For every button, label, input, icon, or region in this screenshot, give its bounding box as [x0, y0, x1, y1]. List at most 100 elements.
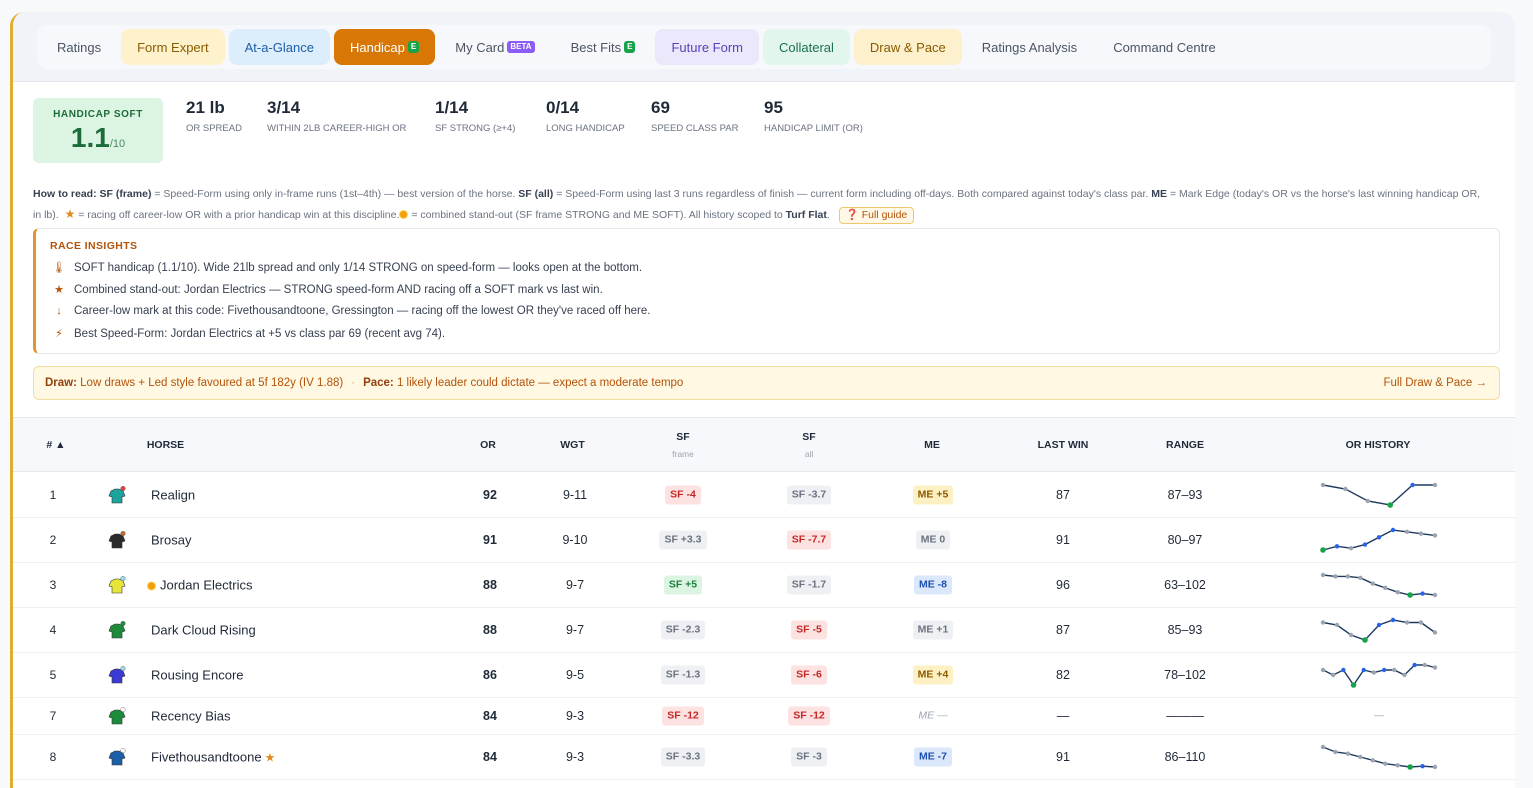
- sf-all-pill: SF -3.7: [786, 485, 832, 505]
- last-win-value: 87: [1056, 488, 1070, 502]
- sparkline-point: [1348, 632, 1354, 638]
- sparkline-point: [1341, 667, 1346, 673]
- col-or-header[interactable]: OR: [468, 439, 508, 451]
- tab-form-expert[interactable]: Form Expert: [121, 29, 225, 65]
- insight-text: Combined stand-out: Jordan Electrics — S…: [74, 283, 603, 296]
- col-or-history-header[interactable]: OR HISTORY: [1333, 439, 1423, 451]
- sparkline-point: [1370, 758, 1375, 763]
- or-history-sparkline: [1320, 572, 1438, 598]
- tab-draw-pace[interactable]: Draw & Pace: [853, 29, 962, 65]
- table-row[interactable]: 5 Rousing Encore 86 9-5 SF -1.3 SF -6 ME +4 82 7…: [13, 653, 1515, 698]
- sparkline-point: [1320, 744, 1326, 750]
- sparkline-point: [1362, 637, 1368, 643]
- col-sf-all-header[interactable]: SF all: [789, 431, 829, 459]
- horse-name[interactable]: Rousing Encore: [151, 668, 244, 683]
- range-value: 85–93: [1167, 623, 1203, 637]
- sparkline-point: [1383, 761, 1388, 766]
- sparkline-point: [1376, 622, 1382, 628]
- horse-name-text: Jordan Electrics: [160, 577, 253, 593]
- table-row[interactable]: 3 Jordan Electrics 88 9-7 SF +5 SF -1.7 ME -8 9…: [13, 563, 1515, 608]
- separator: ·: [351, 377, 356, 389]
- or-value: 91: [483, 533, 497, 547]
- table-row[interactable]: 1 Realign 92 9-11 SF -4 SF -3.7 ME +5 87 87–93: [13, 473, 1515, 518]
- or-history-sparkline: [1320, 527, 1438, 553]
- last-win-value: 87: [1056, 623, 1070, 637]
- sparkline-point: [1345, 751, 1351, 756]
- full-draw-pace-link[interactable]: Full Draw & Pace →: [1383, 377, 1487, 389]
- tab-badge: BETA: [507, 41, 535, 53]
- tab-label: Collateral: [779, 39, 834, 55]
- sparkline-point: [1402, 672, 1407, 678]
- sparkline-point: [1395, 763, 1400, 768]
- horse-name[interactable]: Recency Bias: [151, 709, 230, 724]
- table-row[interactable]: 4 Dark Cloud Rising 88 9-7 SF -2.3 SF -5 ME +1…: [13, 608, 1515, 653]
- sf-frame-pill-cell: SF -12: [633, 706, 733, 726]
- sparkline-point: [1410, 482, 1415, 488]
- tab-my-card[interactable]: My Card BETA: [439, 29, 550, 65]
- tab-command-centre[interactable]: Command Centre: [1097, 29, 1232, 65]
- last-win-value: 82: [1056, 668, 1070, 682]
- me-pill-cell: ME -8: [883, 575, 983, 595]
- tab-handicap[interactable]: Handicap E: [333, 29, 436, 65]
- sf-all-pill: SF -12: [788, 706, 830, 726]
- col-me-header[interactable]: ME: [912, 439, 952, 451]
- sparkline-point: [1432, 665, 1438, 670]
- col-last-win-header[interactable]: LAST WIN: [1028, 439, 1098, 451]
- insight-text: SOFT handicap (1.1/10). Wide 21lb spread…: [74, 261, 643, 274]
- sparkline-point: [1320, 547, 1326, 553]
- sf-frame-pill-cell: SF +5: [633, 575, 733, 595]
- sf-frame-pill-cell: SF +3.3: [633, 530, 733, 550]
- stat-within-2lb: 3/14 WITHIN 2LB CAREER-HIGH OR: [267, 98, 407, 134]
- table-header: # ▲ HORSE OR WGT SF frame SF all ME LAST W…: [13, 417, 1515, 472]
- sparkline-point: [1390, 617, 1396, 623]
- col-range-header[interactable]: RANGE: [1155, 439, 1215, 451]
- tab-bar-container: Ratings Form Expert At-a-Glance Handicap E My…: [13, 12, 1515, 82]
- col-horse-header[interactable]: HORSE: [143, 439, 188, 451]
- table-row[interactable]: 8 Fivethousandtoone ★ 84 9-3 SF -3.3 SF -3 ME -…: [13, 735, 1515, 780]
- col-wgt-header[interactable]: WGT: [550, 439, 595, 451]
- sf-frame-pill: SF -2.3: [660, 620, 706, 640]
- or-value: 92: [483, 488, 497, 502]
- row-number: 5: [49, 668, 57, 682]
- horse-name[interactable]: Jordan Electrics: [147, 578, 252, 593]
- sf-frame-pill: SF -12: [662, 706, 704, 726]
- tab-label: At-a-Glance: [244, 39, 314, 55]
- score-label: HANDICAP SOFT: [53, 109, 143, 120]
- horse-name[interactable]: Dark Cloud Rising: [151, 623, 256, 638]
- full-guide-button[interactable]: ❓ Full guide: [838, 207, 915, 224]
- sparkline-point: [1432, 482, 1438, 488]
- tab-future-form[interactable]: Future Form: [655, 29, 759, 65]
- row-number: 7: [49, 709, 57, 723]
- career-low-star-icon: ★: [264, 750, 276, 765]
- table-row[interactable]: 2 Brosay 91 9-10 SF +3.3 SF -7.7 ME 0 91 80–97: [13, 518, 1515, 563]
- horse-name[interactable]: Fivethousandtoone ★: [151, 750, 275, 765]
- tab-collateral[interactable]: Collateral: [763, 29, 850, 65]
- sf-frame-pill: SF +5: [663, 575, 703, 595]
- sf-all-pill: SF -3: [791, 747, 827, 767]
- horse-name-text: Brosay: [151, 532, 192, 548]
- tab-best-fits[interactable]: Best Fits E: [555, 29, 652, 65]
- col-num-header[interactable]: # ▲: [41, 439, 71, 451]
- insight-item: 🌡 SOFT handicap (1.1/10). Wide 21lb sprea…: [50, 261, 643, 275]
- or-history-sparkline: [1320, 662, 1438, 688]
- sparkline-point: [1432, 533, 1438, 538]
- tab-ratings[interactable]: Ratings: [41, 29, 117, 65]
- sparkline-point: [1320, 572, 1326, 578]
- range-value: 80–97: [1167, 533, 1203, 547]
- sparkline-point: [1343, 486, 1348, 492]
- horse-name[interactable]: Realign: [151, 488, 195, 503]
- sparkline-path: [1322, 484, 1435, 506]
- weight-value: 9-3: [565, 709, 585, 723]
- stat-speed-class-par: 69 SPEED CLASS PAR: [651, 98, 739, 134]
- tab-ratings-analysis[interactable]: Ratings Analysis: [966, 29, 1093, 65]
- me-pill: ME +4: [912, 665, 954, 685]
- horse-name[interactable]: Brosay: [151, 533, 191, 548]
- weight-value: 9-11: [562, 488, 588, 502]
- table-row[interactable]: 7 Recency Bias 84 9-3 SF -12 SF -12 ME — — ——— —: [13, 698, 1515, 735]
- or-value: 84: [483, 750, 497, 764]
- tab-at-a-glance[interactable]: At-a-Glance: [228, 29, 330, 65]
- sparkline-point: [1362, 542, 1368, 547]
- sparkline-point: [1348, 545, 1354, 551]
- col-sf-frame-header[interactable]: SF frame: [663, 431, 703, 459]
- sparkline-point: [1418, 620, 1424, 625]
